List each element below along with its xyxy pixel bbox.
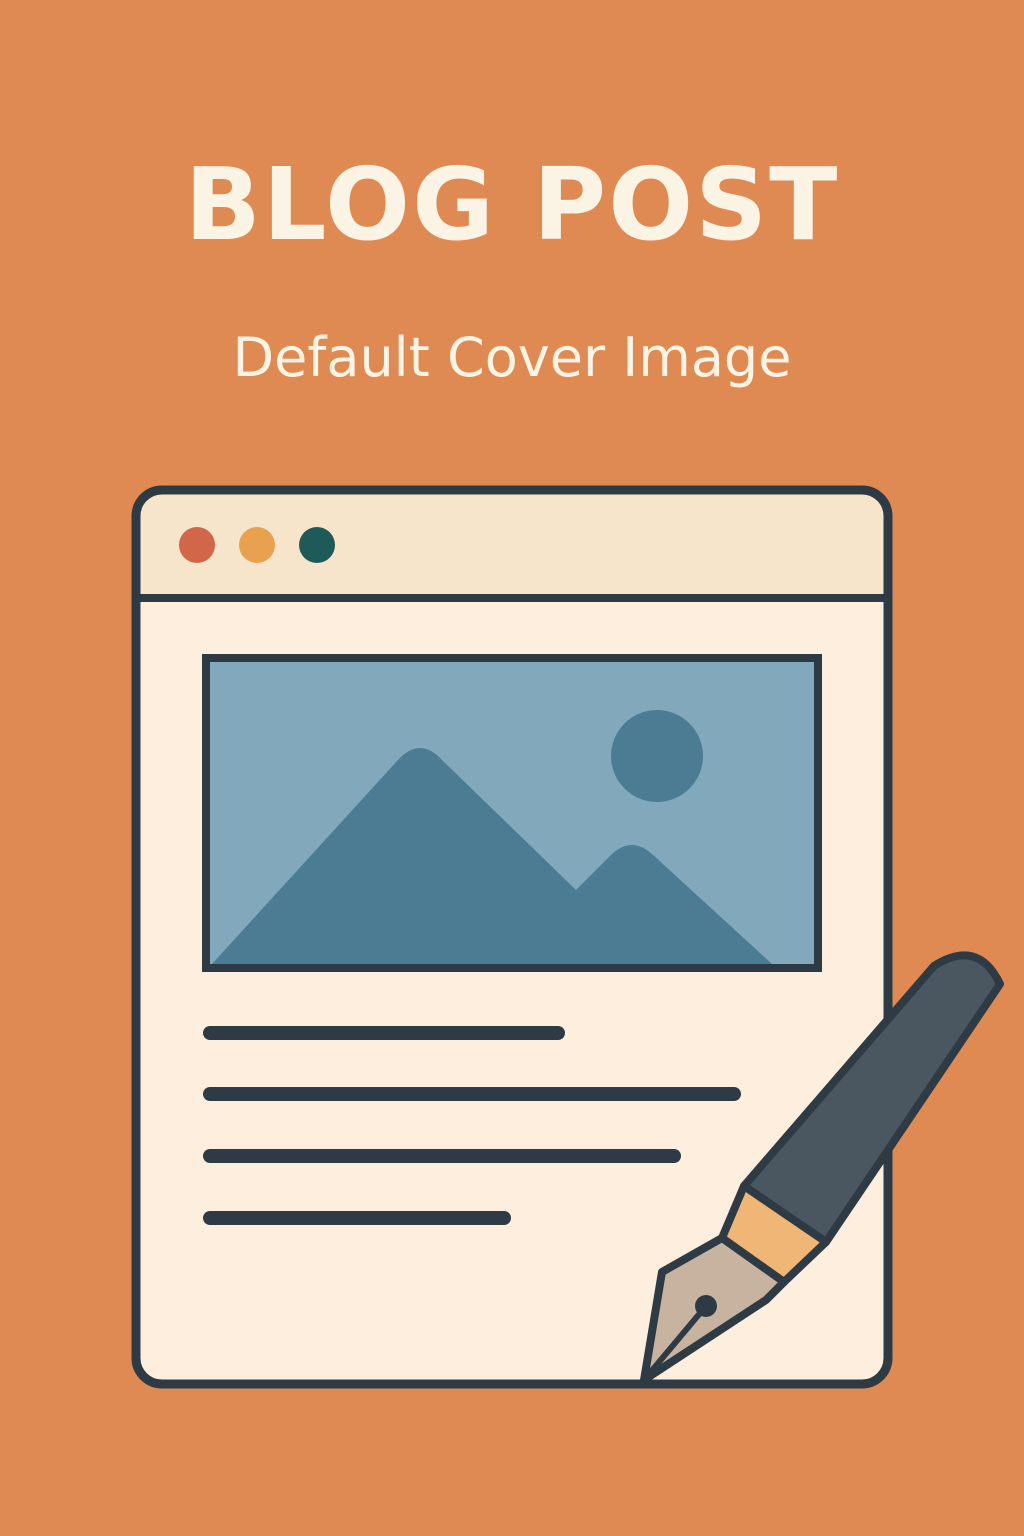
sun-icon	[611, 710, 703, 802]
image-placeholder-icon	[202, 654, 822, 972]
window-minimize-dot	[239, 527, 275, 563]
blog-illustration	[131, 485, 1004, 1389]
window-maximize-dot	[299, 527, 335, 563]
window-close-dot	[179, 527, 215, 563]
